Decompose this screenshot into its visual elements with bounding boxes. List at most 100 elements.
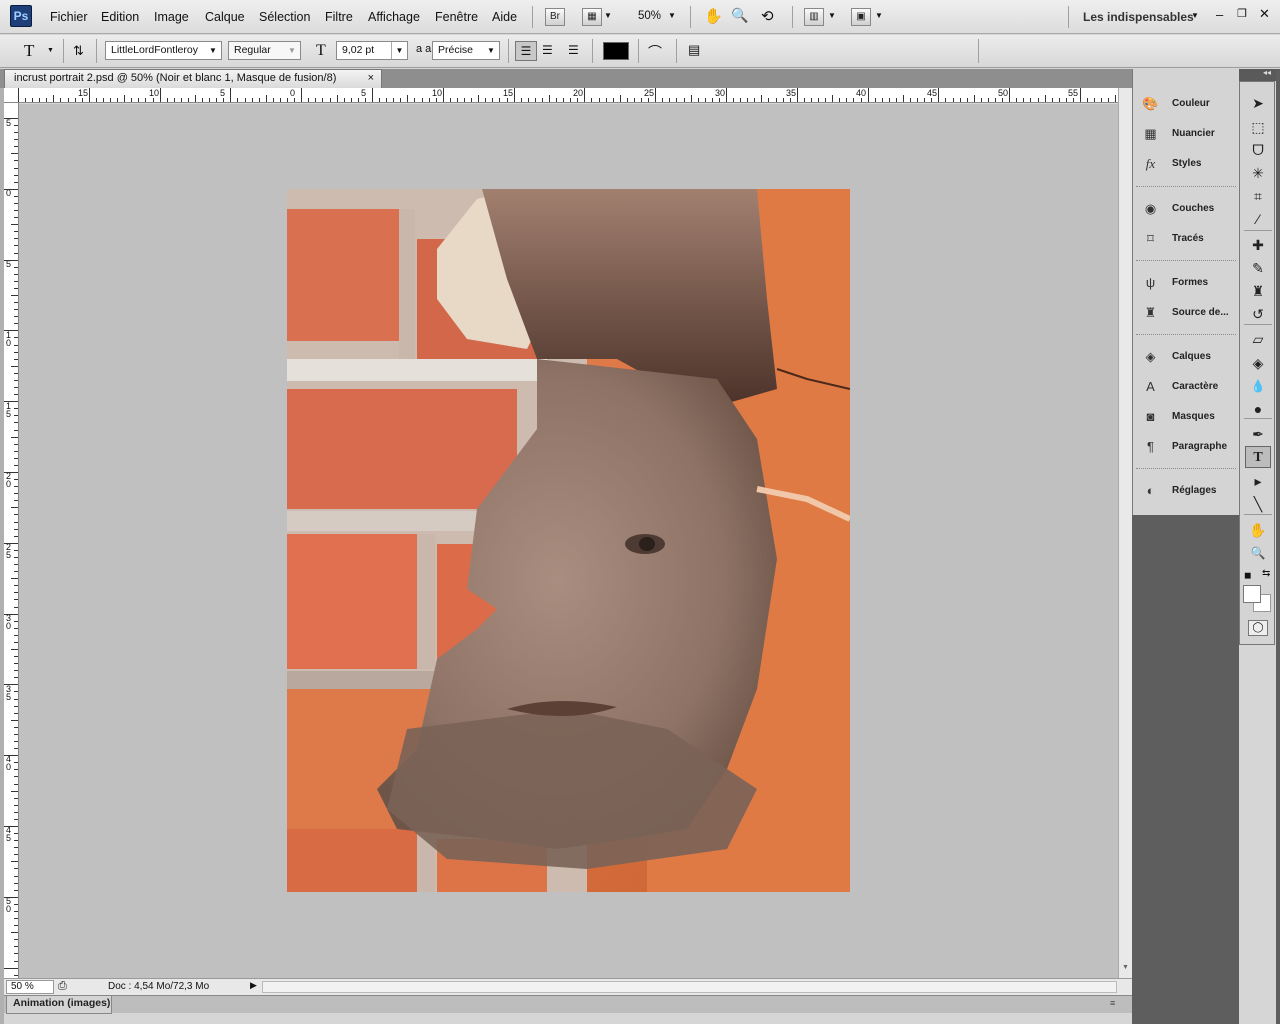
antialias-icon: a a — [416, 43, 432, 55]
horizontal-ruler[interactable]: 15 10 5 0 5 10 15 20 25 30 35 40 45 50 55 — [18, 88, 1118, 103]
crop-tool-icon[interactable]: ⌗ — [1245, 185, 1271, 207]
menu-fenetre[interactable]: Fenêtre — [435, 10, 478, 24]
pen-tool-icon[interactable]: ✒ — [1245, 423, 1271, 445]
document-image[interactable] — [287, 189, 850, 892]
workspace-switcher[interactable]: Les indispensables — [1083, 10, 1194, 24]
restore-icon[interactable]: ❐ — [1237, 7, 1247, 20]
status-menu-icon[interactable]: ⎙ — [58, 980, 67, 993]
panel-reglages[interactable]: ◐ Réglages — [1140, 478, 1236, 504]
warp-text-icon[interactable]: ⌒ — [648, 42, 662, 62]
arrange-documents-icon[interactable]: ▥ — [804, 8, 824, 26]
document-tab[interactable]: incrust portrait 2.psd @ 50% (Noir et bl… — [4, 69, 382, 88]
zoom-field[interactable]: 50 % — [6, 980, 54, 994]
move-tool-icon[interactable]: ➤ — [1245, 92, 1271, 114]
magic-wand-tool-icon[interactable]: ✳ — [1245, 162, 1271, 184]
chevron-down-icon[interactable]: ▼ — [483, 42, 499, 59]
quick-mask-icon[interactable]: ◯ — [1248, 620, 1268, 636]
menu-edition[interactable]: Edition — [101, 10, 139, 24]
line-tool-icon[interactable]: ╲ — [1245, 493, 1271, 515]
hand-tool-icon[interactable]: ✋ — [1245, 519, 1271, 541]
lasso-tool-icon[interactable]: ᗜ — [1245, 139, 1271, 161]
menu-affichage[interactable]: Affichage — [368, 10, 420, 24]
vertical-scrollbar[interactable]: ▼ — [1118, 88, 1132, 978]
vertical-ruler[interactable]: 5 0 5 1 0 1 5 2 0 2 5 3 0 3 5 4 0 4 5 5 0 — [4, 103, 19, 978]
blur-tool-icon[interactable]: 💧 — [1245, 375, 1271, 397]
panel-couleur[interactable]: 🎨 Couleur — [1140, 91, 1236, 117]
chevron-down-icon[interactable]: ▼ — [668, 11, 676, 20]
eraser-tool-icon[interactable]: ▱ — [1245, 328, 1271, 350]
screen-mode-icon[interactable]: ▣ — [851, 8, 871, 26]
minimize-icon[interactable]: – — [1216, 7, 1223, 22]
zoom-tool-icon[interactable]: 🔍 — [1245, 542, 1271, 564]
collapse-icon[interactable]: ◂◂ — [1263, 68, 1271, 77]
panel-calques[interactable]: ◈ Calques — [1140, 344, 1236, 370]
menu-image[interactable]: Image — [154, 10, 189, 24]
default-colors-icon[interactable]: ◼ — [1244, 570, 1251, 581]
bridge-button[interactable]: Br — [545, 8, 565, 26]
chevron-down-icon[interactable]: ▼ — [205, 42, 221, 59]
text-color-swatch[interactable] — [603, 42, 629, 60]
character-panel-icon[interactable]: ▤ — [688, 42, 700, 58]
ruler-corner[interactable] — [4, 88, 19, 103]
hand-icon[interactable]: ✋ — [704, 7, 723, 25]
extras-icon[interactable]: ▦ — [582, 8, 602, 26]
panel-paragraphe[interactable]: ¶ Paragraphe — [1140, 434, 1236, 460]
zoom-icon[interactable]: 🔍 — [731, 7, 748, 24]
font-style-field[interactable]: Regular ▼ — [228, 41, 301, 60]
swap-colors-icon[interactable]: ⇆ — [1262, 568, 1270, 579]
path-selection-tool-icon[interactable]: ▸ — [1245, 470, 1271, 492]
type-tool-preset[interactable]: T — [24, 41, 34, 61]
ruler-tick — [14, 776, 18, 777]
menu-calque[interactable]: Calque — [205, 10, 245, 24]
close-icon[interactable]: ✕ — [1259, 6, 1270, 22]
brush-tool-icon[interactable]: ✎ — [1245, 257, 1271, 279]
panel-masques[interactable]: ◙ Masques — [1140, 404, 1236, 430]
chevron-down-icon[interactable]: ▼ — [875, 11, 883, 20]
antialias-field[interactable]: Précise ▼ — [432, 41, 500, 60]
align-left-icon[interactable]: ☰ — [515, 41, 537, 61]
chevron-down-icon[interactable]: ▼ — [47, 47, 54, 54]
close-icon[interactable]: × — [368, 70, 374, 87]
menu-selection[interactable]: Sélection — [259, 10, 310, 24]
ruler-tick — [89, 88, 90, 102]
clone-stamp-tool-icon[interactable]: ♜ — [1245, 280, 1271, 302]
font-size-field[interactable]: 9,02 pt ▼ — [336, 41, 408, 60]
ruler-tick — [322, 98, 323, 102]
zoom-level[interactable]: 50% — [638, 10, 661, 22]
menu-filtre[interactable]: Filtre — [325, 10, 353, 24]
panel-caractere[interactable]: A Caractère — [1140, 374, 1236, 400]
paint-bucket-tool-icon[interactable]: ◈ — [1245, 352, 1271, 374]
align-center-icon[interactable]: ☰ — [542, 43, 553, 57]
chevron-down-icon[interactable]: ▼ — [1191, 11, 1199, 20]
marquee-tool-icon[interactable]: ⬚ — [1245, 116, 1271, 138]
scroll-down-icon[interactable]: ▼ — [1122, 964, 1129, 971]
healing-brush-tool-icon[interactable]: ✚ — [1245, 234, 1271, 256]
panel-couches[interactable]: ◉ Couches — [1140, 196, 1236, 222]
panel-traces[interactable]: ⌑ Tracés — [1140, 226, 1236, 252]
text-orientation-icon[interactable]: ⇅ — [73, 43, 84, 59]
chevron-down-icon[interactable]: ▼ — [828, 11, 836, 20]
font-family-field[interactable]: LittleLordFontleroy ▼ — [105, 41, 222, 60]
photoshop-logo[interactable]: Ps — [10, 5, 32, 27]
panel-formes[interactable]: ψ Formes — [1140, 270, 1236, 296]
chevron-down-icon[interactable]: ▼ — [604, 11, 612, 20]
panel-nuancier[interactable]: ▦ Nuancier — [1140, 121, 1236, 147]
menu-aide[interactable]: Aide — [492, 10, 517, 24]
toolbox-header[interactable]: ◂◂ — [1239, 68, 1276, 81]
menu-fichier[interactable]: Fichier — [50, 10, 88, 24]
type-tool-icon[interactable]: T — [1245, 446, 1271, 468]
align-right-icon[interactable]: ☰ — [568, 43, 579, 57]
animation-tab[interactable]: Animation (images) — [6, 996, 112, 1014]
chevron-down-icon[interactable]: ▼ — [391, 42, 407, 59]
status-arrow-icon[interactable]: ▶ — [250, 980, 257, 991]
panel-source[interactable]: ♜ Source de... — [1140, 300, 1236, 326]
chevron-down-icon[interactable]: ▼ — [284, 42, 300, 59]
dodge-tool-icon[interactable]: ● — [1245, 398, 1271, 420]
panel-styles[interactable]: fx Styles — [1140, 151, 1236, 177]
panel-menu-icon[interactable]: ≡ — [1110, 998, 1115, 1008]
rotate-view-icon[interactable]: ⟲ — [761, 7, 774, 25]
history-brush-tool-icon[interactable]: ↺ — [1245, 303, 1271, 325]
horizontal-scrollbar[interactable] — [262, 981, 1117, 993]
foreground-color-swatch[interactable] — [1243, 585, 1261, 603]
eyedropper-tool-icon[interactable]: ⁄ — [1245, 208, 1271, 230]
